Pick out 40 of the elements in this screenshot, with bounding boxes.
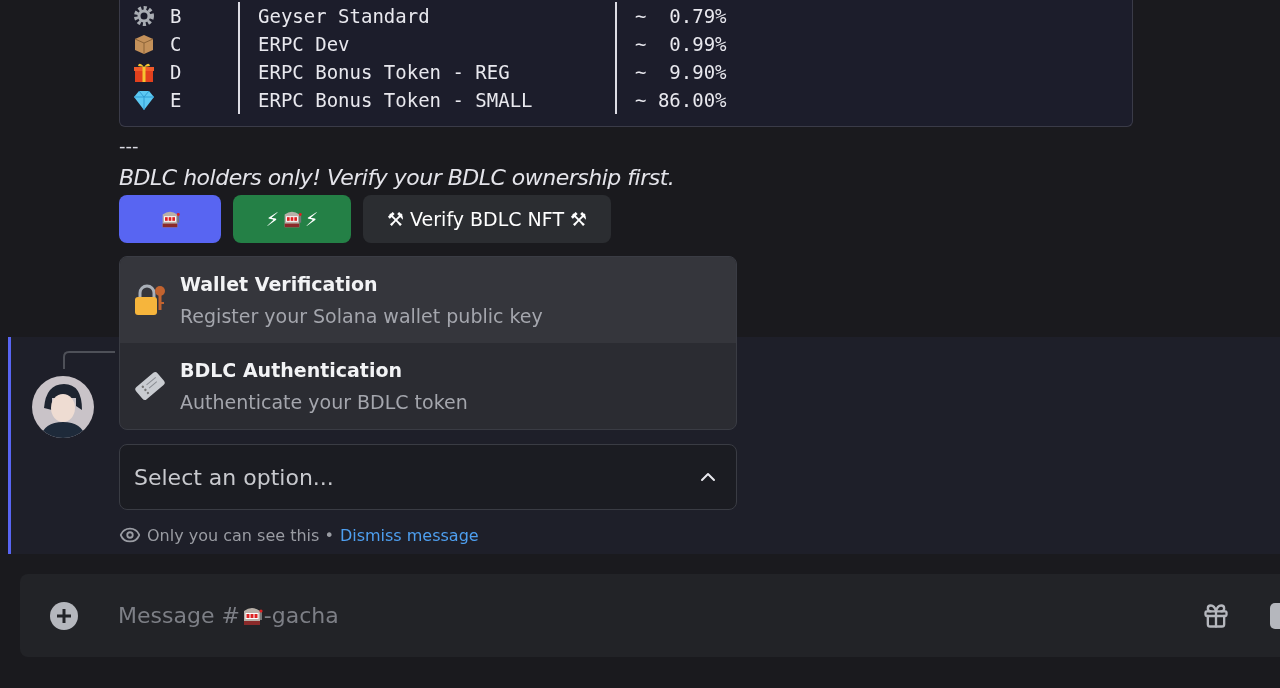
reply-connector <box>63 351 115 369</box>
separator-text: --- <box>119 135 140 158</box>
option-description: Register your Solana wallet public key <box>180 305 543 327</box>
gacha-button[interactable]: ⚡ ⚡ <box>233 195 351 243</box>
placeholder-text: Message # <box>118 603 240 628</box>
tier-letter: C <box>170 32 182 57</box>
option-title: BDLC Authentication <box>180 359 404 381</box>
select-placeholder: Select an option... <box>134 464 334 490</box>
prize-name: ERPC Dev <box>238 30 615 58</box>
chance-value: ~ 86.00% <box>615 86 1120 114</box>
ephemeral-note: Only you can see this • <box>147 525 334 545</box>
menu-option[interactable]: Wallet Verification Register your Solana wallet public key <box>120 257 736 343</box>
notice-text: BDLC holders only! Verify your BDLC ownership first. <box>119 163 676 192</box>
gift-icon[interactable] <box>1202 601 1230 630</box>
gem-icon <box>132 88 156 112</box>
add-icon[interactable] <box>50 601 78 630</box>
message-input[interactable]: Message # -gacha <box>118 603 1162 628</box>
gif-icon[interactable] <box>1270 601 1280 630</box>
channel-name: -gacha <box>263 603 339 628</box>
chance-value: ~ 0.99% <box>615 30 1120 58</box>
chance-value: ~ 9.90% <box>615 58 1120 86</box>
option-title: Wallet Verification <box>180 273 379 295</box>
tier-letter: B <box>170 4 182 29</box>
tier-letter: E <box>170 88 182 113</box>
select-field[interactable]: Select an option... <box>119 444 737 510</box>
prize-name: ERPC Bonus Token - REG <box>238 58 615 86</box>
dismiss-link[interactable]: Dismiss message <box>339 525 479 545</box>
tier-letter: D <box>170 60 182 85</box>
menu-option[interactable]: BDLC Authentication Authenticate your BDLC token <box>120 343 736 429</box>
chance-value: ~ 0.79% <box>615 2 1120 30</box>
lock-key-icon <box>132 282 168 318</box>
prize-name: Geyser Standard <box>238 2 615 30</box>
gear-icon <box>132 4 156 28</box>
box-icon <box>132 32 156 56</box>
option-description: Authenticate your BDLC token <box>180 391 468 413</box>
prize-name: ERPC Bonus Token - SMALL <box>238 86 615 114</box>
bolt-text: ⚡ <box>305 208 319 230</box>
verify-button[interactable]: ⚒ Verify BDLC NFT ⚒ <box>363 195 612 243</box>
gacha-button[interactable] <box>119 195 221 243</box>
bolt-text: ⚡ <box>265 208 279 230</box>
